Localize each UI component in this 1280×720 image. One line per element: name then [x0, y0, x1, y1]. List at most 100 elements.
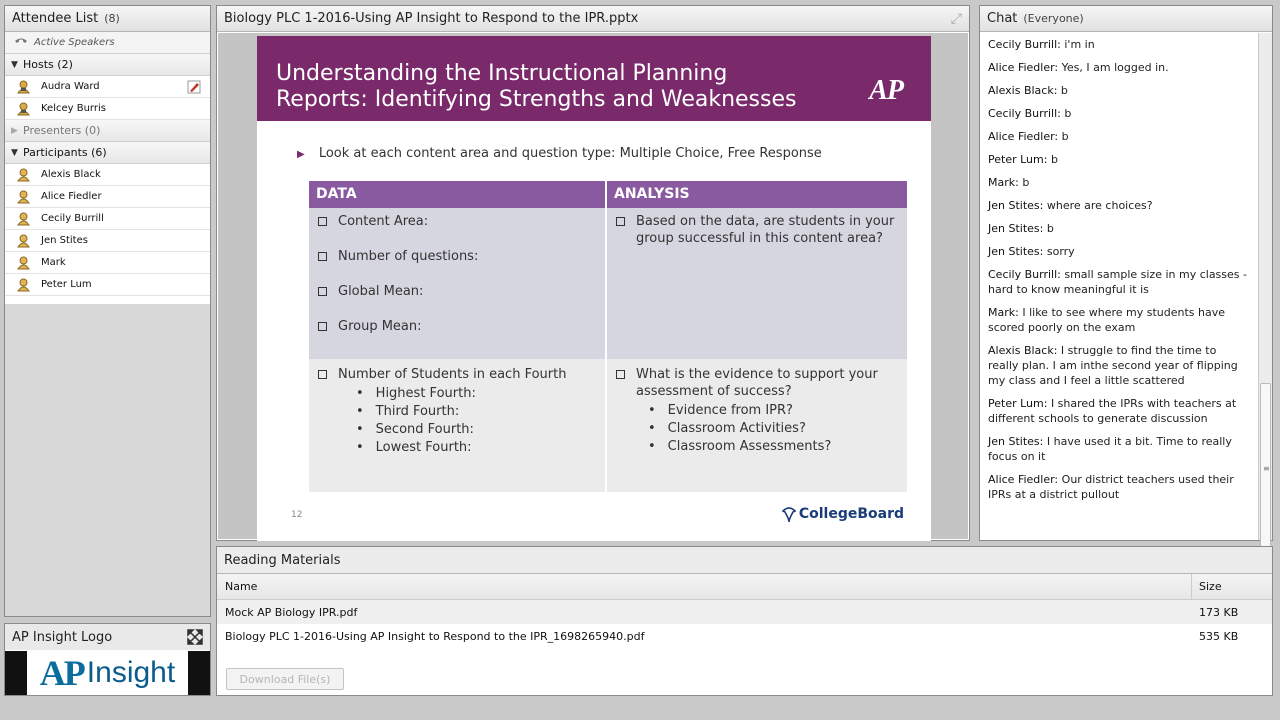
- attendee-list-empty-area: [5, 304, 210, 616]
- chat-message: Jen Stites: b: [988, 221, 1249, 236]
- scrollbar-thumb[interactable]: ≡: [1260, 383, 1271, 559]
- slide-page-number: 12: [291, 510, 303, 520]
- fullscreen-icon[interactable]: ⤢: [951, 11, 962, 27]
- checkbox-item: Number of Students in each Fourth: [316, 366, 598, 383]
- attendee-row[interactable]: Kelcey Burris: [5, 98, 210, 120]
- reading-materials-panel: Reading Materials Name Size Mock AP Biol…: [216, 546, 1273, 696]
- chat-text: I like to see where my students have sco…: [988, 306, 1226, 334]
- acorn-icon: [781, 507, 797, 523]
- user-icon: [17, 190, 30, 203]
- fullscreen-icon[interactable]: [187, 629, 203, 645]
- slide: Understanding the Instructional Planning…: [257, 36, 931, 541]
- chat-sender: Alexis Black:: [988, 344, 1058, 357]
- evidence-list: Evidence from IPR? Classroom Activities?…: [648, 402, 900, 456]
- list-item: Evidence from IPR?: [648, 402, 900, 420]
- chat-text: b: [1050, 153, 1058, 166]
- item-text: Global Mean:: [338, 284, 424, 299]
- triangle-down-icon[interactable]: ▼: [11, 60, 23, 70]
- collegeboard-text: CollegeBoard: [798, 506, 904, 522]
- chat-message: Cecily Burrill: b: [988, 106, 1249, 121]
- slide-table-row: Number of Students in each Fourth Highes…: [309, 359, 907, 492]
- list-item: Third Fourth:: [356, 403, 598, 421]
- chat-sender: Cecily Burrill:: [988, 38, 1061, 51]
- item-text: Content Area:: [338, 214, 429, 229]
- chat-scope: (Everyone): [1023, 12, 1084, 25]
- phone-icon: [15, 38, 27, 43]
- file-row[interactable]: Mock AP Biology IPR.pdf 173 KB: [217, 600, 1272, 624]
- file-name: Mock AP Biology IPR.pdf: [225, 605, 358, 619]
- presenters-group-label: Presenters (0): [23, 124, 101, 137]
- chat-message: Alice Fiedler: b: [988, 129, 1249, 144]
- chat-sender: Peter Lum:: [988, 153, 1048, 166]
- slide-heading-line2: Reports: Identifying Strengths and Weakn…: [276, 87, 797, 112]
- file-row[interactable]: Biology PLC 1-2016-Using AP Insight to R…: [217, 624, 1272, 648]
- analysis-cell: What is the evidence to support your ass…: [607, 359, 907, 492]
- checkbox-icon: [318, 370, 327, 379]
- file-size: 535 KB: [1199, 629, 1239, 643]
- chat-message: Jen Stites: where are choices?: [988, 198, 1249, 213]
- triangle-right-icon[interactable]: ▶: [11, 126, 23, 136]
- attendee-name: Mark: [41, 257, 66, 268]
- attendee-name: Audra Ward: [41, 81, 100, 92]
- presenter-pencil-icon: [187, 80, 201, 94]
- col-name[interactable]: Name: [217, 574, 1192, 599]
- chat-sender: Cecily Burrill:: [988, 268, 1061, 281]
- chat-scrollbar[interactable]: ≡: [1258, 33, 1272, 559]
- chat-sender: Alice Fiedler:: [988, 473, 1059, 486]
- col-analysis: ANALYSIS: [607, 181, 907, 208]
- slide-table-header: DATA ANALYSIS: [309, 181, 907, 208]
- attendee-list-panel: Attendee List (8) Active Speakers ▼ Host…: [4, 5, 211, 617]
- triangle-down-icon[interactable]: ▼: [11, 148, 23, 158]
- chat-log: Cecily Burrill: i'm in Alice Fiedler: Ye…: [980, 33, 1257, 540]
- list-item: Classroom Assessments?: [648, 438, 900, 456]
- checkbox-icon: [318, 287, 327, 296]
- slide-heading-line1: Understanding the Instructional Planning: [276, 61, 728, 86]
- col-size[interactable]: Size: [1192, 580, 1272, 593]
- presentation-panel: Biology PLC 1-2016-Using AP Insight to R…: [216, 5, 970, 541]
- user-icon: [17, 234, 30, 247]
- host-user-icon: [17, 80, 30, 93]
- attendee-row[interactable]: Audra Ward: [5, 76, 210, 98]
- slide-heading: Understanding the Instructional Planning…: [257, 36, 931, 121]
- analysis-cell: Based on the data, are students in your …: [607, 208, 907, 359]
- host-user-icon: [17, 102, 30, 115]
- chat-title: Chat: [987, 11, 1018, 26]
- attendee-name: Peter Lum: [41, 279, 92, 290]
- attendee-name: Jen Stites: [41, 235, 88, 246]
- chat-text: b: [1061, 130, 1069, 143]
- chat-message: Alexis Black: b: [988, 83, 1249, 98]
- chat-sender: Jen Stites:: [988, 435, 1044, 448]
- download-files-button[interactable]: Download File(s): [226, 668, 344, 690]
- chat-panel: Chat (Everyone) Cecily Burrill: i'm in A…: [979, 5, 1273, 559]
- attendee-row[interactable]: Mark: [5, 252, 210, 274]
- active-speakers-row: Active Speakers: [5, 32, 210, 54]
- bullet-triangle-icon: ▶: [297, 149, 305, 160]
- chat-sender: Peter Lum:: [988, 397, 1048, 410]
- active-speakers-label: Active Speakers: [34, 37, 115, 48]
- attendee-row[interactable]: Peter Lum: [5, 274, 210, 296]
- attendee-row[interactable]: Cecily Burrill: [5, 208, 210, 230]
- attendee-row[interactable]: Alice Fiedler: [5, 186, 210, 208]
- user-icon: [17, 168, 30, 181]
- attendee-row[interactable]: Jen Stites: [5, 230, 210, 252]
- chat-text: b: [1022, 176, 1030, 189]
- hosts-group[interactable]: ▼ Hosts (2): [5, 54, 210, 76]
- item-text: What is the evidence to support your ass…: [636, 367, 878, 399]
- user-icon: [17, 278, 30, 291]
- presenters-group[interactable]: ▶ Presenters (0): [5, 120, 210, 142]
- chat-text: Yes, I am logged in.: [1061, 61, 1169, 74]
- checkbox-icon: [318, 252, 327, 261]
- ap-mark: AP: [869, 75, 904, 106]
- checkbox-item: Content Area:: [316, 213, 598, 230]
- attendee-list-header: Attendee List (8): [5, 6, 210, 32]
- chat-sender: Jen Stites:: [988, 245, 1044, 258]
- attendee-row[interactable]: Alexis Black: [5, 164, 210, 186]
- ap-insight-logo: AP Insight: [5, 651, 210, 695]
- presentation-header: Biology PLC 1-2016-Using AP Insight to R…: [217, 6, 969, 32]
- reading-materials-title: Reading Materials: [224, 552, 341, 568]
- attendee-name: Alexis Black: [41, 169, 101, 180]
- hosts-group-label: Hosts (2): [23, 58, 73, 71]
- participants-group[interactable]: ▼ Participants (6): [5, 142, 210, 164]
- list-item: Classroom Activities?: [648, 420, 900, 438]
- user-icon: [17, 212, 30, 225]
